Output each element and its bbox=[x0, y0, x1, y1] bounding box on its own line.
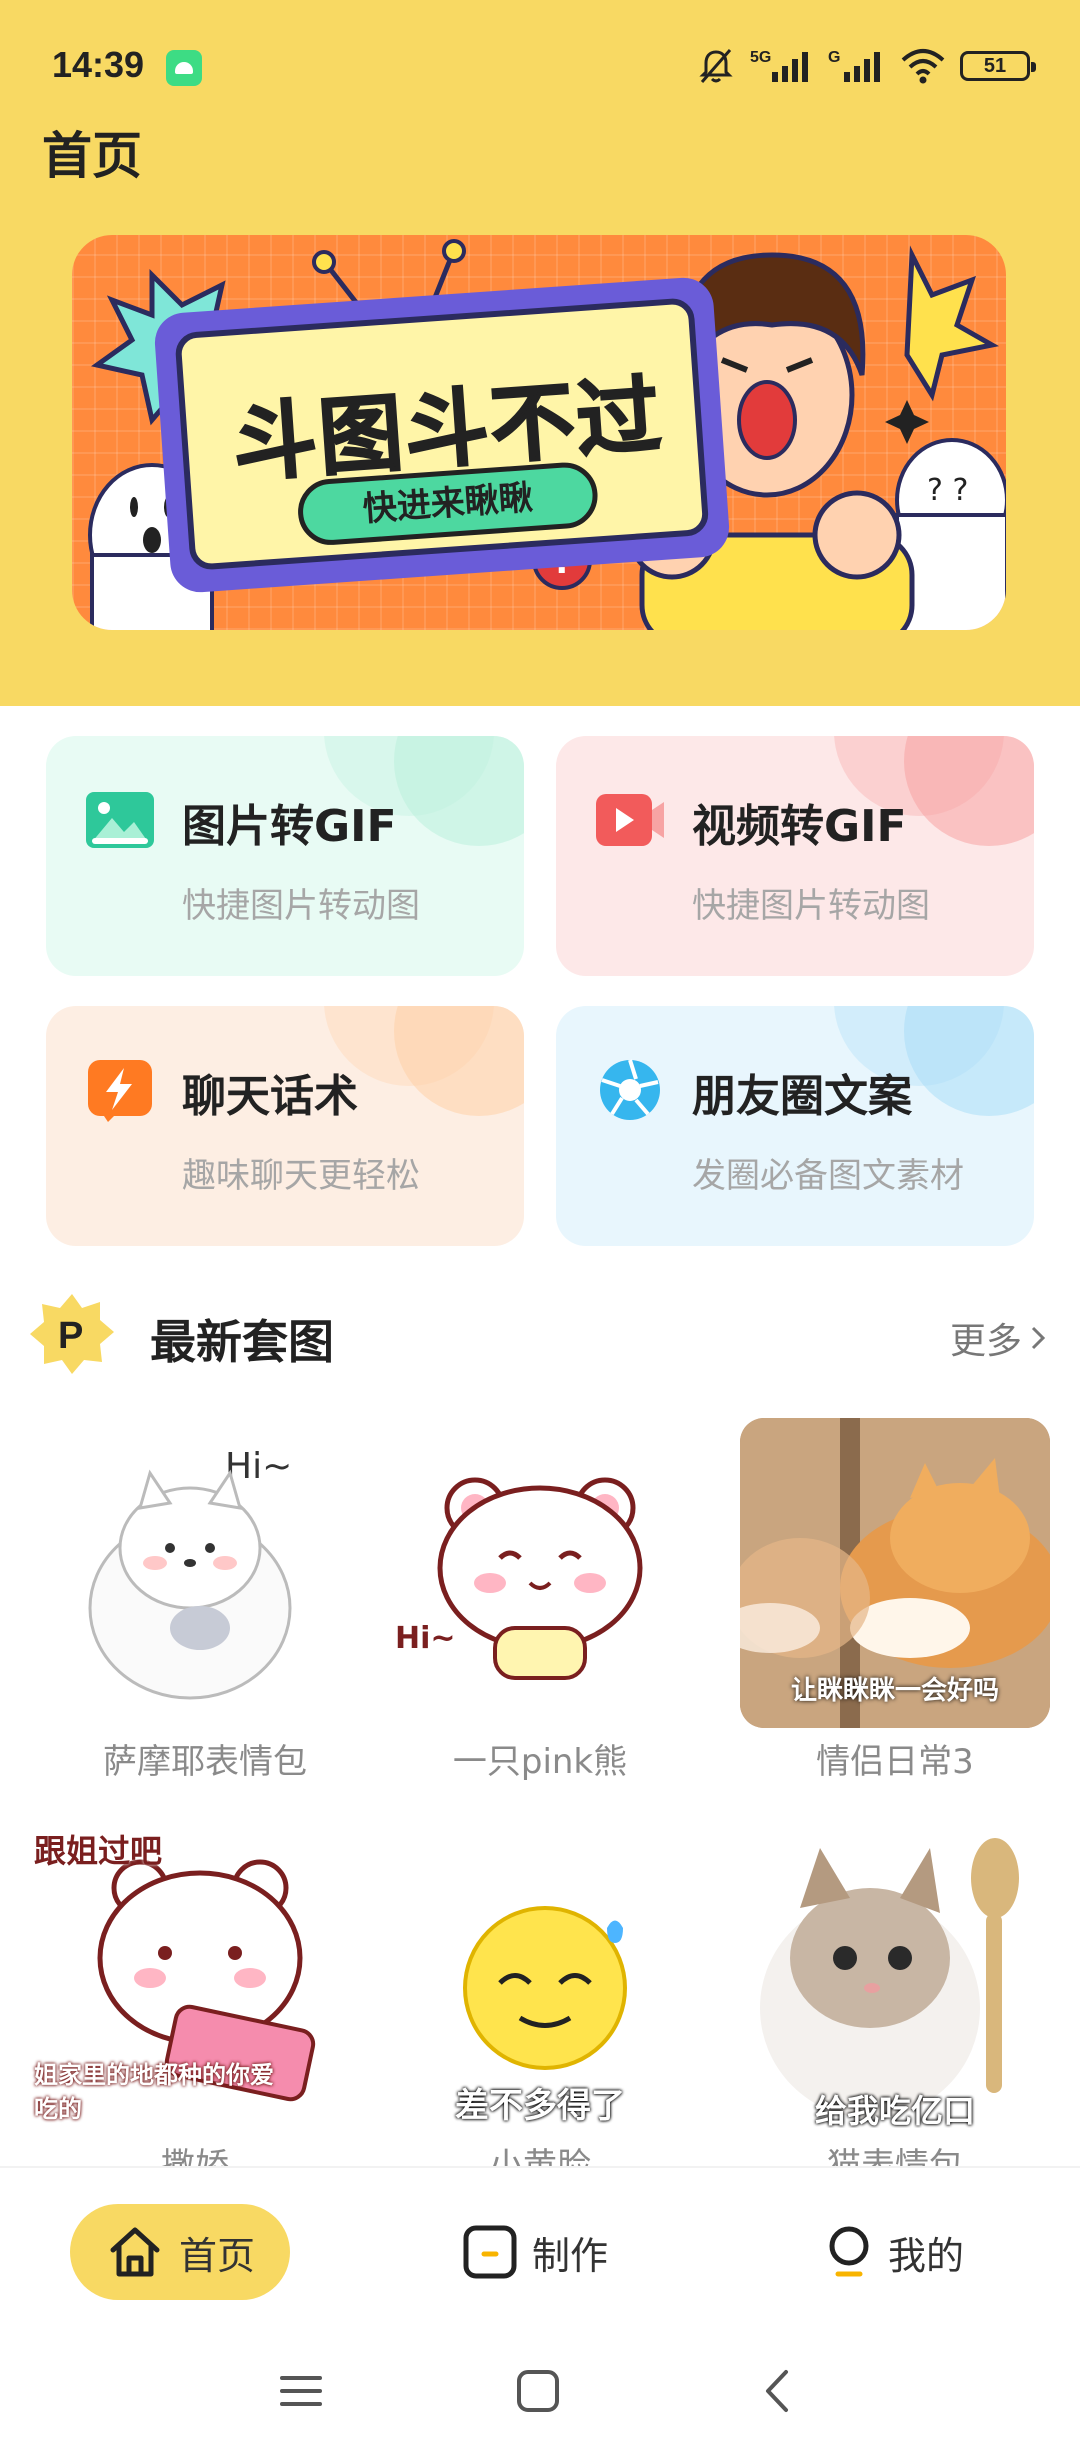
nav-create[interactable]: 制作 bbox=[462, 2204, 608, 2300]
home-square-icon[interactable] bbox=[515, 2368, 561, 2414]
android-app-icon bbox=[166, 50, 202, 86]
page-title: 首页 bbox=[42, 127, 142, 185]
chevron-right-icon bbox=[1031, 1326, 1046, 1350]
badge-icon: P bbox=[30, 1294, 114, 1374]
thumb-overlay-text: 姐家里的地都种的你爱吃的 bbox=[34, 2061, 274, 2123]
feature-card-moments-copy[interactable]: 朋友圈文案 发圈必备图文素材 bbox=[556, 1006, 1034, 1246]
feature-card-image-to-gif[interactable]: 图片转GIF 快捷图片转动图 bbox=[46, 736, 524, 976]
profile-icon bbox=[829, 2226, 869, 2277]
set-thumbnail-couple[interactable]: 让眯眯眯一会好吗 bbox=[740, 1418, 1050, 1728]
header-area: 14:39 5G G 51 首页 ? ? 斗图斗不过 快进来瞅瞅 bbox=[0, 0, 1080, 706]
samoyed-dog-illustration: Hi~ bbox=[88, 1446, 292, 1700]
bottom-nav: 首页 制作 我的 bbox=[0, 2166, 1080, 2332]
nav-label: 制作 bbox=[532, 2233, 609, 2278]
status-time: 14:39 bbox=[52, 44, 145, 85]
banner-tv-frame: 斗图斗不过 快进来瞅瞅 bbox=[152, 275, 732, 595]
signal-5g-icon: 5G bbox=[750, 49, 808, 82]
svg-text:? ?: ? ? bbox=[927, 473, 968, 508]
card-subtitle: 趣味聊天更轻松 bbox=[182, 1156, 420, 1196]
status-indicators: 5G G 51 bbox=[696, 44, 1036, 88]
set-thumbnail-samoyed[interactable]: Hi~ bbox=[50, 1418, 360, 1728]
set-caption: 撒娇 bbox=[161, 2146, 229, 2168]
home-icon bbox=[110, 2227, 160, 2277]
card-title: 聊天话术 bbox=[182, 1071, 358, 1122]
aperture-icon bbox=[600, 1059, 660, 1120]
nav-label: 首页 bbox=[178, 2233, 255, 2278]
battery-icon: 51 bbox=[960, 51, 1036, 81]
signal-icon: G bbox=[828, 49, 880, 82]
badge-letter: P bbox=[58, 1315, 83, 1357]
thumb-overlay-text: 差不多得了 bbox=[455, 2086, 625, 2126]
set-thumbnail-yellow-face[interactable]: 差不多得了 bbox=[385, 1818, 695, 2128]
set-caption: 猫表情包 bbox=[827, 2146, 963, 2168]
feature-card-video-to-gif[interactable]: 视频转GIF 快捷图片转动图 bbox=[556, 736, 1034, 976]
card-title: 视频转GIF bbox=[692, 801, 907, 852]
create-icon bbox=[463, 2225, 517, 2279]
set-caption: 小黄脸 bbox=[489, 2146, 591, 2168]
network-1-text: 5G bbox=[750, 49, 771, 66]
set-thumbnail-coquettish[interactable]: 跟姐过吧 姐家里的地都种的你爱吃的 bbox=[30, 1818, 360, 2136]
set-thumbnail-pink-bear[interactable]: Hi~ bbox=[385, 1418, 695, 1728]
nav-label: 我的 bbox=[888, 2233, 965, 2278]
feature-card-chat-lines[interactable]: 聊天话术 趣味聊天更轻松 bbox=[46, 1006, 524, 1246]
card-subtitle: 快捷图片转动图 bbox=[182, 886, 420, 926]
nav-home[interactable]: 首页 bbox=[70, 2204, 290, 2300]
set-caption: 情侣日常3 bbox=[816, 1742, 974, 1782]
thumb-overlay-text: 给我吃亿口 bbox=[814, 2092, 975, 2128]
lightning-icon bbox=[88, 1060, 152, 1122]
image-icon bbox=[86, 792, 154, 848]
card-title: 图片转GIF bbox=[182, 801, 397, 852]
svg-text:Hi~: Hi~ bbox=[395, 1621, 456, 1656]
card-subtitle: 发圈必备图文素材 bbox=[692, 1156, 964, 1196]
recents-menu-icon[interactable] bbox=[278, 2368, 324, 2414]
mute-icon bbox=[699, 49, 733, 83]
wifi-icon bbox=[901, 49, 945, 84]
more-label: 更多 bbox=[949, 1321, 1022, 1362]
back-icon[interactable] bbox=[756, 2368, 802, 2414]
card-title: 朋友圈文案 bbox=[692, 1071, 912, 1122]
svg-text:Hi~: Hi~ bbox=[225, 1446, 292, 1487]
system-nav-bar bbox=[0, 2332, 1080, 2460]
status-bar: 14:39 5G G 51 bbox=[0, 0, 1080, 130]
promo-banner[interactable]: ? ? ! 斗图斗不过 快进来瞅瞅 bbox=[72, 235, 1006, 630]
pink-bear-illustration: Hi~ bbox=[395, 1477, 643, 1680]
video-icon bbox=[596, 794, 664, 846]
latest-sets-header: P 最新套图 更多 bbox=[0, 1290, 1080, 1380]
network-2-text: G bbox=[828, 49, 840, 66]
thumb-overlay-text: 跟姐过吧 bbox=[34, 1832, 163, 1870]
thumb-overlay-text: 让眯眯眯一会好吗 bbox=[790, 1676, 999, 1706]
more-link[interactable]: 更多 bbox=[950, 1312, 1048, 1364]
card-subtitle: 快捷图片转动图 bbox=[692, 886, 930, 926]
nav-profile[interactable]: 我的 bbox=[824, 2204, 964, 2300]
section-title: 最新套图 bbox=[150, 1315, 334, 1369]
set-caption: 一只pink熊 bbox=[452, 1742, 628, 1782]
cat-with-spoon-photo bbox=[760, 1838, 1019, 2118]
set-thumbnail-cat[interactable]: 给我吃亿口 bbox=[740, 1818, 1050, 2128]
set-caption: 萨摩耶表情包 bbox=[103, 1742, 307, 1782]
banner-tv-screen: 斗图斗不过 快进来瞅瞅 bbox=[174, 297, 710, 571]
